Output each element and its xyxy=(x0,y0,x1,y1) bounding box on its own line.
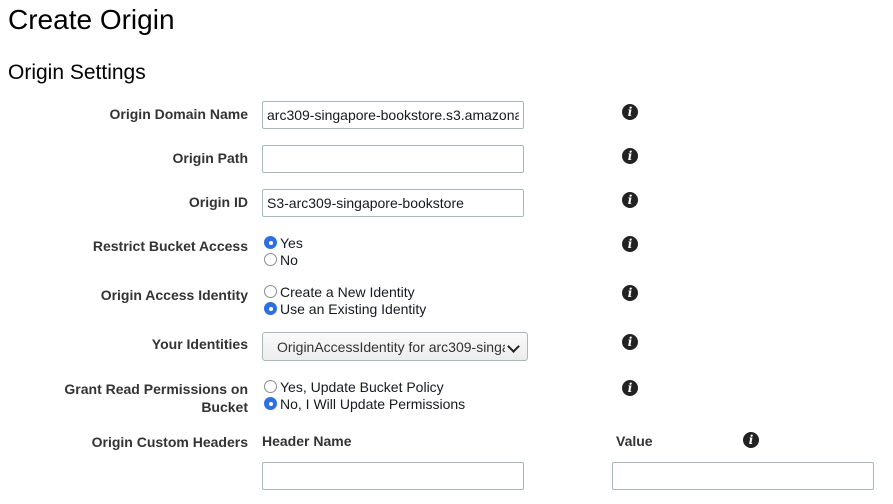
info-icon[interactable]: i xyxy=(622,192,638,208)
info-icon[interactable]: i xyxy=(743,432,759,448)
radio-label: Yes, Update Bucket Policy xyxy=(280,378,444,395)
radio-label: No xyxy=(280,251,298,268)
restrict-bucket-access-label: Restrict Bucket Access xyxy=(92,238,248,254)
radio-button[interactable] xyxy=(264,302,277,315)
select-value: OriginAccessIdentity for arc309-singapor… xyxy=(277,338,505,355)
label-line: Bucket xyxy=(201,399,248,415)
radio-create-new-identity[interactable]: Create a New Identity xyxy=(264,283,415,300)
radio-use-existing-identity[interactable]: Use an Existing Identity xyxy=(264,300,426,317)
radio-update-bucket-policy[interactable]: Yes, Update Bucket Policy xyxy=(264,378,444,395)
label-line: Grant Read Permissions on xyxy=(64,381,248,397)
info-icon[interactable]: i xyxy=(622,236,638,252)
chevron-down-icon xyxy=(507,340,520,353)
info-icon[interactable]: i xyxy=(622,334,638,350)
value-column-label: Value xyxy=(616,433,653,449)
radio-label: Use an Existing Identity xyxy=(280,300,427,317)
radio-button[interactable] xyxy=(264,380,277,393)
radio-button[interactable] xyxy=(264,253,277,266)
info-icon[interactable]: i xyxy=(622,148,638,164)
grant-read-permissions-label: Grant Read Permissions on Bucket xyxy=(28,380,248,416)
radio-label: No, I Will Update Permissions xyxy=(280,395,466,412)
origin-id-input[interactable] xyxy=(262,189,524,217)
radio-no[interactable]: No xyxy=(264,251,298,268)
your-identities-select[interactable]: OriginAccessIdentity for arc309-singapor… xyxy=(262,332,528,361)
origin-domain-name-input[interactable] xyxy=(262,101,524,129)
radio-button[interactable] xyxy=(264,236,277,249)
header-value-input[interactable] xyxy=(612,462,874,490)
origin-access-identity-label: Origin Access Identity xyxy=(100,287,248,303)
radio-label: Create a New Identity xyxy=(280,283,415,300)
origin-id-label: Origin ID xyxy=(188,194,248,210)
header-name-column-label: Header Name xyxy=(262,433,352,449)
header-name-input[interactable] xyxy=(262,462,524,490)
radio-yes[interactable]: Yes xyxy=(264,234,303,251)
radio-will-update-permissions[interactable]: No, I Will Update Permissions xyxy=(264,395,465,412)
section-title: Origin Settings xyxy=(8,61,146,84)
radio-label: Yes xyxy=(280,234,303,251)
info-icon[interactable]: i xyxy=(622,285,638,301)
page-title: Create Origin xyxy=(8,4,175,35)
info-icon[interactable]: i xyxy=(622,104,638,120)
your-identities-label: Your Identities xyxy=(151,336,248,352)
origin-domain-name-label: Origin Domain Name xyxy=(109,106,248,122)
origin-path-label: Origin Path xyxy=(172,150,248,166)
info-icon[interactable]: i xyxy=(622,380,638,396)
radio-button[interactable] xyxy=(264,285,277,298)
radio-button[interactable] xyxy=(264,397,277,410)
origin-path-input[interactable] xyxy=(262,145,524,173)
origin-custom-headers-label: Origin Custom Headers xyxy=(91,434,248,450)
